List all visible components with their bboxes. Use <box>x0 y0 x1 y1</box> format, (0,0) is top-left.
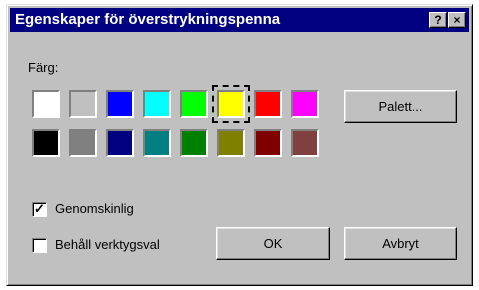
transparent-label: Genomskinlig <box>55 201 134 216</box>
color-swatch[interactable] <box>69 90 97 118</box>
cancel-button[interactable]: Avbryt <box>344 227 457 260</box>
ok-button[interactable]: OK <box>216 227 330 260</box>
color-swatch[interactable] <box>69 129 97 157</box>
color-swatch[interactable] <box>254 90 282 118</box>
color-swatch[interactable] <box>217 129 245 157</box>
close-button[interactable]: × <box>448 12 466 28</box>
help-button[interactable]: ? <box>429 12 447 28</box>
keep-tool-label: Behåll verktygsval <box>55 237 160 252</box>
color-label: Färg: <box>28 60 59 75</box>
color-swatch[interactable] <box>212 85 250 123</box>
check-icon: ✓ <box>34 201 45 216</box>
color-swatch[interactable] <box>32 129 60 157</box>
color-swatch[interactable] <box>180 129 208 157</box>
color-swatch[interactable] <box>143 129 171 157</box>
keep-tool-checkbox[interactable] <box>32 238 47 253</box>
color-swatch[interactable] <box>254 129 282 157</box>
color-swatch[interactable] <box>143 90 171 118</box>
dialog-window: Egenskaper för överstrykningspenna ? × F… <box>6 4 473 286</box>
palette-button[interactable]: Palett... <box>344 90 457 123</box>
title-bar[interactable]: Egenskaper för överstrykningspenna ? × <box>10 8 469 32</box>
color-swatch[interactable] <box>291 90 319 118</box>
color-swatch[interactable] <box>32 90 60 118</box>
color-swatch[interactable] <box>106 90 134 118</box>
transparent-checkbox[interactable]: ✓ <box>32 202 47 217</box>
color-swatch[interactable] <box>291 129 319 157</box>
window-title: Egenskaper för överstrykningspenna <box>15 11 281 28</box>
color-swatch[interactable] <box>106 129 134 157</box>
color-swatch[interactable] <box>180 90 208 118</box>
